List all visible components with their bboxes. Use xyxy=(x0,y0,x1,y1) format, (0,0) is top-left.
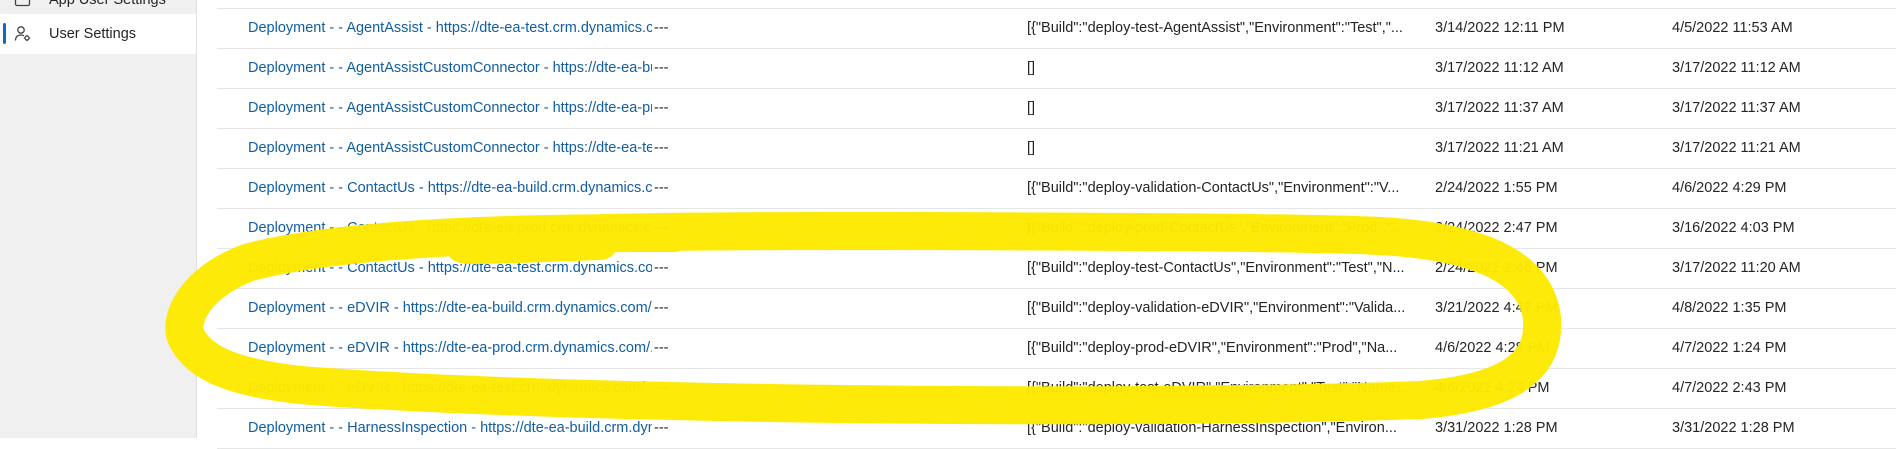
modified-on: 4/7/2022 1:24 PM xyxy=(1672,340,1787,356)
table-row[interactable]: Deployment - - ContactUs - https://dte-e… xyxy=(217,169,1896,209)
modified-on: 4/6/2022 4:29 PM xyxy=(1672,180,1787,196)
setting-name-link[interactable]: Deployment - - HarnessInspection - https… xyxy=(248,409,652,448)
table-row[interactable]: Deployment - - ContactUs - https://dte-e… xyxy=(217,209,1896,249)
modified-on: 4/7/2022 2:43 PM xyxy=(1672,380,1787,396)
modified-on: 3/17/2022 11:12 AM xyxy=(1672,60,1801,76)
setting-name-link[interactable]: Deployment - - ContactUs - https://dte-e… xyxy=(248,169,652,208)
modified-on: 3/17/2022 11:37 AM xyxy=(1672,100,1801,116)
table-row[interactable]: Deployment - - AgentAssistCustomConnecto… xyxy=(217,129,1896,169)
setting-value: [] xyxy=(1027,100,1036,116)
left-navigation: App User Settings User Settings xyxy=(0,0,197,438)
nav-item-user-settings[interactable]: User Settings xyxy=(0,14,196,54)
table-row[interactable]: Deployment - - eDVIR - https://dte-ea-bu… xyxy=(217,289,1896,329)
created-on: 2/24/2022 1:55 PM xyxy=(1435,180,1558,196)
setting-value: [{"Build":"deploy-validation-eDVIR","Env… xyxy=(1027,300,1406,316)
created-on: 3/31/2022 1:28 PM xyxy=(1435,420,1558,436)
nav-label-user-settings: User Settings xyxy=(49,26,137,42)
setting-name-link[interactable]: Deployment - - eDVIR - https://dte-ea-te… xyxy=(248,369,652,408)
setting-value: [{"Build":"deploy-prod-ContactUs","Envir… xyxy=(1027,220,1404,236)
nav-label-app-user-settings: App User Settings xyxy=(49,0,166,8)
setting-description: --- xyxy=(654,300,669,316)
setting-description: --- xyxy=(654,20,669,36)
table-row[interactable]: Deployment - - AgentAssist - https://dte… xyxy=(217,9,1896,49)
table-row[interactable]: Deployment - - AgentAssistCustomConnecto… xyxy=(217,89,1896,129)
setting-description: --- xyxy=(654,60,669,76)
created-on: 2/24/2022 2:47 PM xyxy=(1435,220,1558,236)
created-on: 4/6/2022 4:24 PM xyxy=(1435,380,1550,396)
setting-description: --- xyxy=(654,420,669,436)
setting-value: [] xyxy=(1027,60,1036,76)
setting-name-link[interactable]: Deployment - - eDVIR - https://dte-ea-bu… xyxy=(248,289,652,328)
setting-value: [{"Build":"deploy-prod-eDVIR","Environme… xyxy=(1027,340,1398,356)
setting-description: --- xyxy=(654,140,669,156)
created-on: 3/14/2022 12:11 PM xyxy=(1435,20,1565,36)
setting-value: [{"Build":"deploy-validation-ContactUs",… xyxy=(1027,180,1400,196)
setting-value: [{"Build":"deploy-validation-HarnessInsp… xyxy=(1027,420,1397,436)
created-on: 3/21/2022 4:47 PM xyxy=(1435,300,1558,316)
setting-value: [{"Build":"deploy-test-eDVIR","Environme… xyxy=(1027,380,1408,396)
setting-name-link[interactable]: Deployment - - eDVIR - https://dte-ea-pr… xyxy=(248,329,652,368)
setting-description: --- xyxy=(654,340,669,356)
settings-icon xyxy=(12,0,34,11)
modified-on: 3/17/2022 11:20 AM xyxy=(1672,260,1801,276)
table-row[interactable]: Deployment - - AgentAssistCustomConnecto… xyxy=(217,49,1896,89)
setting-description: --- xyxy=(654,220,669,236)
setting-name-link[interactable]: Deployment - - AgentAssistCustomConnecto… xyxy=(248,89,652,128)
created-on: 4/6/2022 4:28 PM xyxy=(1435,340,1550,356)
modified-on: 3/31/2022 1:28 PM xyxy=(1672,420,1795,436)
table-row[interactable]: Deployment - - eDVIR - https://dte-ea-te… xyxy=(217,369,1896,409)
modified-on: 4/5/2022 11:53 AM xyxy=(1672,20,1793,36)
modified-on: 4/8/2022 1:35 PM xyxy=(1672,300,1787,316)
setting-value: [{"Build":"deploy-test-AgentAssist","Env… xyxy=(1027,20,1403,36)
setting-value: [{"Build":"deploy-test-ContactUs","Envir… xyxy=(1027,260,1405,276)
table-row[interactable]: Deployment - - HarnessInspection - https… xyxy=(217,409,1896,449)
created-on: 2/24/2022 2:46 PM xyxy=(1435,260,1558,276)
setting-name-link[interactable]: Deployment - - AgentAssistCustomConnecto… xyxy=(248,129,652,168)
setting-value: [] xyxy=(1027,140,1036,156)
setting-name-link[interactable]: Deployment - - AgentAssist - https://dte… xyxy=(248,9,652,48)
setting-description: --- xyxy=(654,380,669,396)
table-row[interactable]: Deployment - - ContactUs - https://dte-e… xyxy=(217,249,1896,289)
setting-name-link[interactable]: Deployment - - ContactUs - https://dte-e… xyxy=(248,209,652,248)
setting-description: --- xyxy=(654,260,669,276)
user-settings-icon xyxy=(12,23,34,45)
created-on: 3/17/2022 11:12 AM xyxy=(1435,60,1564,76)
setting-description: --- xyxy=(654,180,669,196)
setting-name-link[interactable]: Deployment - - ContactUs - https://dte-e… xyxy=(248,249,652,288)
table-row[interactable]: Deployment - - eDVIR - https://dte-ea-pr… xyxy=(217,329,1896,369)
setting-name-link[interactable]: Deployment - - AgentAssistCustomConnecto… xyxy=(248,49,652,88)
settings-grid: Deployment - - AgentAssist - https://dte… xyxy=(217,0,1896,449)
created-on: 3/17/2022 11:37 AM xyxy=(1435,100,1564,116)
modified-on: 3/16/2022 4:03 PM xyxy=(1672,220,1795,236)
setting-description: --- xyxy=(654,100,669,116)
created-on: 3/17/2022 11:21 AM xyxy=(1435,140,1564,156)
modified-on: 3/17/2022 11:21 AM xyxy=(1672,140,1801,156)
